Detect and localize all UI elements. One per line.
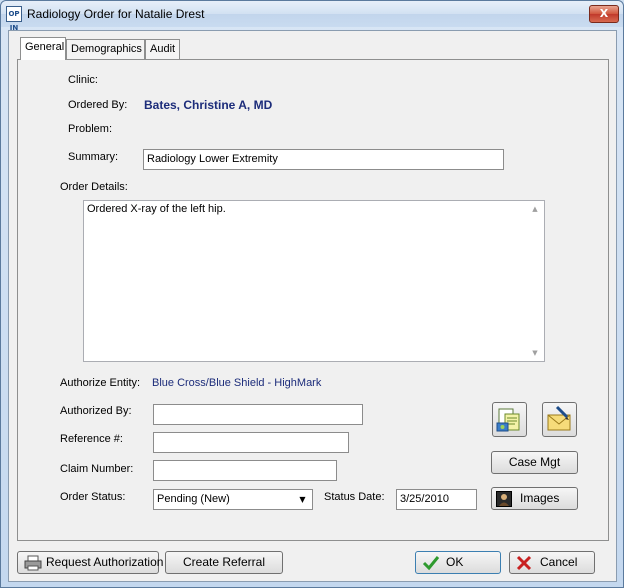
problem-label: Problem: <box>68 123 113 135</box>
request-authorization-button[interactable]: Request Authorization <box>17 551 163 574</box>
ok-button[interactable]: OK <box>415 551 501 574</box>
request-authorization-label: Request Authorization <box>46 555 164 569</box>
cancel-button[interactable]: Cancel <box>509 551 595 574</box>
case-mgt-label: Case Mgt <box>508 455 561 469</box>
dialog-window: OP IN Radiology Order for Natalie Drest … <box>0 0 624 588</box>
tab-demographics[interactable]: Demographics <box>66 39 145 60</box>
order-status-select[interactable]: Pending (New) ▼ <box>153 489 313 510</box>
status-date-input[interactable]: 3/25/2010 <box>396 489 477 510</box>
window-title: Radiology Order for Natalie Drest <box>27 7 205 21</box>
mail-edit-button[interactable] <box>542 402 577 437</box>
x-cancel-icon <box>516 555 532 571</box>
chevron-down-icon[interactable]: ▼ <box>294 491 311 508</box>
portrait-image-icon <box>496 491 512 507</box>
order-details-label: Order Details: <box>60 181 128 193</box>
app-icon: OP IN <box>6 6 22 32</box>
authorize-entity-value: Blue Cross/Blue Shield - HighMark <box>152 377 322 389</box>
tab-audit[interactable]: Audit <box>145 39 180 60</box>
order-status-label: Order Status: <box>60 491 126 503</box>
close-button[interactable]: X <box>589 5 619 23</box>
clinic-label: Clinic: <box>68 74 98 86</box>
summary-input[interactable]: Radiology Lower Extremity <box>143 149 504 170</box>
reference-input[interactable] <box>153 432 349 453</box>
scroll-down-arrow-icon[interactable]: ▼ <box>530 349 540 357</box>
tab-audit-label: Audit <box>150 43 176 55</box>
envelope-pencil-icon <box>547 405 571 431</box>
document-scan-button[interactable] <box>492 402 527 437</box>
cancel-label: Cancel <box>540 555 578 569</box>
ok-label: OK <box>446 555 464 569</box>
order-details-text: Ordered X-ray of the left hip. <box>87 203 226 215</box>
tab-demographics-label: Demographics <box>71 43 142 55</box>
claim-number-input[interactable] <box>153 460 337 481</box>
order-status-value: Pending (New) <box>157 493 230 505</box>
tab-general-label: General <box>25 41 65 53</box>
title-bar[interactable]: OP IN Radiology Order for Natalie Drest … <box>1 1 623 32</box>
status-date-label: Status Date: <box>324 491 385 503</box>
authorize-entity-label: Authorize Entity: <box>60 377 141 389</box>
ordered-by-value: Bates, Christine A, MD <box>144 98 273 112</box>
scroll-up-arrow-icon[interactable]: ▲ <box>530 205 540 213</box>
authorized-by-label: Authorized By: <box>60 405 132 417</box>
images-button[interactable]: Images <box>491 487 578 510</box>
checkmark-icon <box>422 556 440 571</box>
tab-general[interactable]: General <box>20 37 66 60</box>
create-referral-label: Create Referral <box>182 555 266 569</box>
authorized-by-input[interactable] <box>153 404 363 425</box>
reference-label: Reference #: <box>60 433 123 445</box>
ordered-by-label: Ordered By: <box>68 99 128 111</box>
summary-label: Summary: <box>68 151 119 163</box>
printer-icon <box>24 555 42 571</box>
images-label: Images <box>520 491 560 505</box>
case-mgt-button[interactable]: Case Mgt <box>491 451 578 474</box>
order-details-textarea[interactable]: Ordered X-ray of the left hip. ▲ ▼ <box>83 200 545 362</box>
document-scan-icon <box>496 408 520 432</box>
create-referral-button[interactable]: Create Referral <box>165 551 283 574</box>
claim-number-label: Claim Number: <box>60 463 134 475</box>
